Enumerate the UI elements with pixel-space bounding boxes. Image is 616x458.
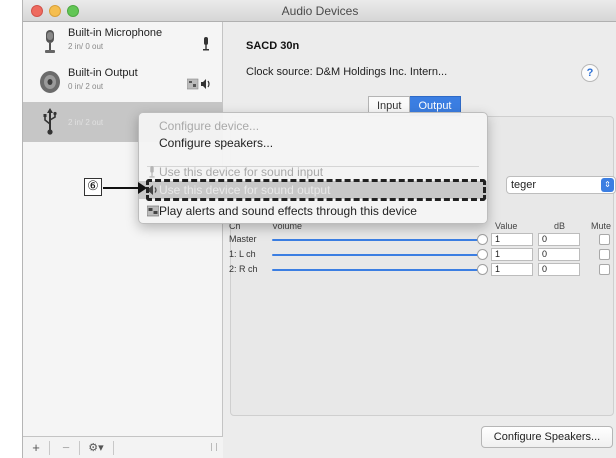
gear-menu-button[interactable]: ⚙▾ — [85, 440, 107, 456]
highlight-dashed-frame — [146, 179, 486, 201]
volume-slider-knob[interactable] — [477, 249, 488, 260]
menu-item-play-alerts[interactable]: Play alerts and sound effects through th… — [139, 202, 489, 220]
microphone-icon — [149, 166, 155, 178]
value-field[interactable]: 1 — [491, 263, 533, 276]
volume-slider[interactable] — [272, 239, 480, 241]
alert-screen-icon — [147, 205, 159, 217]
volume-slider[interactable] — [272, 269, 480, 271]
mic-indicator-icon — [203, 37, 209, 51]
menu-item-label: Play alerts and sound effects through th… — [159, 204, 417, 218]
device-title: SACD 30n — [246, 40, 300, 52]
chevron-updown-icon: ⇕ — [601, 178, 614, 192]
device-detail-panel: SACD 30n Clock source: D&M Holdings Inc.… — [224, 22, 616, 458]
callout-arrow-line — [103, 187, 141, 189]
channel-row-right: 2: R ch 1 0 — [224, 263, 616, 277]
device-channels: 0 in/ 2 out — [68, 82, 104, 91]
format-value: teger — [511, 179, 537, 191]
toolbar-divider — [79, 441, 80, 455]
device-built-in-microphone[interactable]: Built-in Microphone 2 in/ 0 out — [23, 22, 223, 62]
device-name: Built-in Microphone — [68, 27, 163, 39]
volume-slider-knob[interactable] — [477, 264, 488, 275]
db-field[interactable]: 0 — [538, 248, 580, 261]
remove-device-button[interactable]: − — [59, 440, 73, 456]
mute-checkbox[interactable] — [599, 234, 610, 245]
audio-devices-window: Audio Devices Built-in Microphone 2 in/ … — [22, 0, 616, 458]
toolbar-divider — [49, 441, 50, 455]
toolbar-divider — [113, 441, 114, 455]
configure-speakers-button[interactable]: Configure Speakers... — [481, 426, 613, 448]
db-field[interactable]: 0 — [538, 263, 580, 276]
mute-checkbox[interactable] — [599, 249, 610, 260]
value-field[interactable]: 1 — [491, 233, 533, 246]
device-channels: 2 in/ 2 out — [68, 118, 104, 127]
channel-row-left: 1: L ch 1 0 — [224, 248, 616, 262]
device-context-menu: Configure device... Configure speakers..… — [138, 112, 489, 224]
menu-item-configure-speakers[interactable]: Configure speakers... — [139, 134, 489, 152]
speaker-output-icon — [187, 78, 210, 90]
sidebar-toolbar: + − ⚙▾ — [23, 436, 223, 458]
resize-handle-icon[interactable] — [211, 443, 217, 451]
value-header: Value — [495, 221, 518, 231]
db-field[interactable]: 0 — [538, 233, 580, 246]
value-field[interactable]: 1 — [491, 248, 533, 261]
arrow-right-icon — [138, 182, 147, 194]
device-name: Built-in Output — [68, 67, 138, 79]
mute-checkbox[interactable] — [599, 264, 610, 275]
help-button[interactable]: ? — [581, 64, 599, 82]
device-built-in-output[interactable]: Built-in Output 0 in/ 2 out — [23, 62, 223, 102]
channel-name: 2: R ch — [229, 264, 258, 274]
channel-name: Master — [229, 234, 257, 244]
clock-source-label[interactable]: Clock source: D&M Holdings Inc. Intern..… — [246, 66, 447, 78]
menu-item-label: Configure device... — [159, 119, 260, 133]
volume-slider[interactable] — [272, 254, 480, 256]
microphone-icon — [45, 30, 55, 53]
db-header: dB — [554, 221, 566, 231]
title-bar: Audio Devices — [23, 0, 616, 22]
device-sidebar: Built-in Microphone 2 in/ 0 out Built-in… — [23, 22, 223, 458]
step-callout: ⑥ — [84, 178, 102, 196]
menu-item-configure-device[interactable]: Configure device... — [139, 117, 489, 135]
window-title: Audio Devices — [281, 4, 359, 18]
menu-item-label: Configure speakers... — [159, 136, 274, 150]
speaker-icon — [40, 71, 60, 93]
channel-row-master: Master 1 0 — [224, 233, 616, 247]
channel-name: 1: L ch — [229, 249, 256, 259]
add-device-button[interactable]: + — [29, 440, 43, 456]
usb-icon — [43, 108, 57, 135]
format-select[interactable]: teger ⇕ — [506, 176, 616, 194]
mute-header: Mute — [591, 221, 612, 231]
volume-slider-knob[interactable] — [477, 234, 488, 245]
device-channels: 2 in/ 0 out — [68, 42, 104, 51]
